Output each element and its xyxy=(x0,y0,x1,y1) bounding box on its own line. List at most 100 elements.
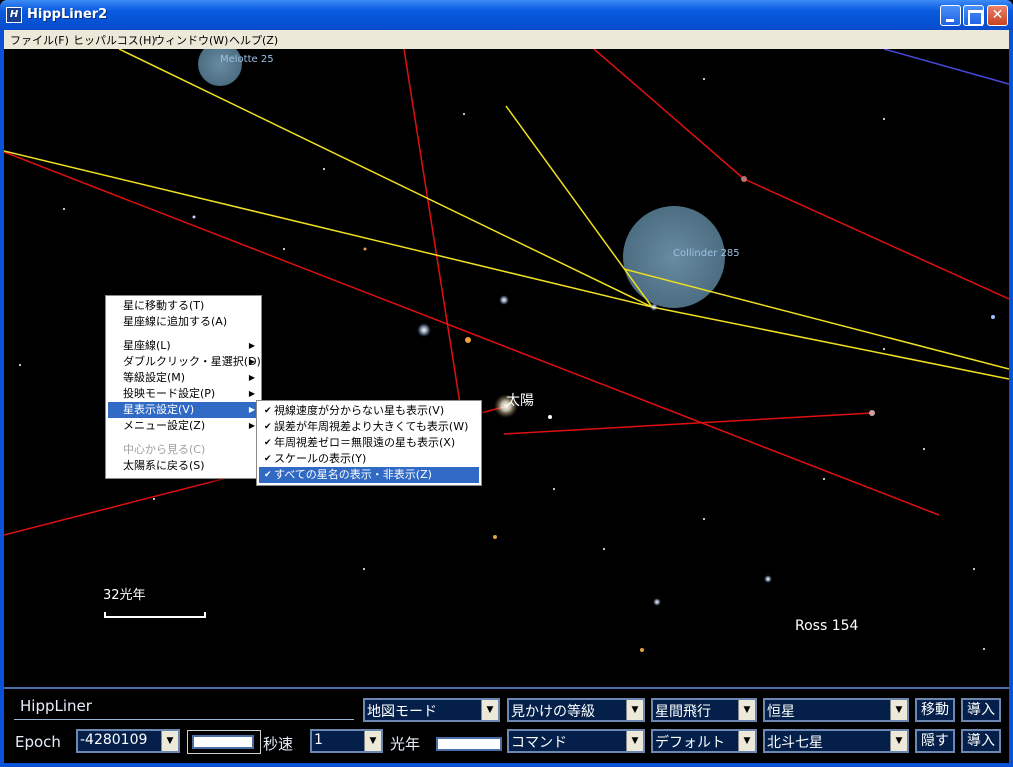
constellation-line xyxy=(883,49,1009,85)
submenu-item-large-error[interactable]: ✔ 誤差が年周視差より大きくても表示(W) xyxy=(259,419,479,435)
menu-help[interactable]: ヘルプ(Z) xyxy=(229,32,278,48)
epoch-select[interactable]: -4280109 ▼ xyxy=(76,729,180,753)
menu-file[interactable]: ファイル(F) xyxy=(10,32,69,48)
submenu-arrow-icon: ▶ xyxy=(248,405,255,414)
menu-item-magnitude[interactable]: 等級設定(M) ▶ xyxy=(108,370,259,386)
submenu-item-zero-parallax[interactable]: ✔ 年周視差ゼロ＝無限遠の星も表示(X) xyxy=(259,435,479,451)
menu-item-double-click[interactable]: ダブルクリック・星選択(D) ▶ xyxy=(108,354,261,370)
scale-bar xyxy=(104,612,206,618)
star[interactable] xyxy=(883,348,885,350)
star[interactable] xyxy=(703,518,705,520)
constellation-select[interactable]: 北斗七星 ▼ xyxy=(763,729,909,753)
star[interactable] xyxy=(640,648,644,652)
submenu-item-all-star-names[interactable]: ✔ すべての星名の表示・非表示(Z) xyxy=(259,467,479,483)
star[interactable] xyxy=(499,295,509,305)
window-title: HippLiner2 xyxy=(27,7,108,22)
star[interactable] xyxy=(983,648,985,650)
menu-hipparcos[interactable]: ヒッパルコス(H) xyxy=(73,32,156,48)
combo-value: 恒星 xyxy=(767,704,795,720)
epoch-slider-track[interactable] xyxy=(192,735,254,749)
menu-item-label: 中心から見る(C) xyxy=(123,443,206,456)
combo-value: デフォルト xyxy=(655,735,725,751)
minimize-button[interactable] xyxy=(940,5,961,26)
menu-item-label: 星座線に追加する(A) xyxy=(123,315,228,328)
star[interactable] xyxy=(363,247,367,251)
star[interactable] xyxy=(823,478,825,480)
star[interactable] xyxy=(883,118,885,120)
default-select[interactable]: デフォルト ▼ xyxy=(651,729,757,753)
menu-window[interactable]: ウィンドウ(W) xyxy=(154,32,228,48)
constellation-line xyxy=(403,49,465,430)
menu-item-goto-star[interactable]: 星に移動する(T) xyxy=(108,298,259,314)
menu-item-label: ダブルクリック・星選択(D) xyxy=(123,355,261,368)
menu-item-label: 誤差が年周視差より大きくても表示(W) xyxy=(274,420,469,433)
import-button[interactable]: 導入 xyxy=(961,698,1001,722)
menu-item-return-solar[interactable]: 太陽系に戻る(S) xyxy=(108,458,259,474)
chevron-down-icon[interactable]: ▼ xyxy=(890,731,907,751)
star[interactable] xyxy=(363,568,365,570)
star[interactable] xyxy=(973,568,975,570)
constellation-line xyxy=(593,49,745,180)
combo-value: 北斗七星 xyxy=(767,735,823,751)
menu-separator xyxy=(108,333,259,334)
lightyear-slider[interactable] xyxy=(436,737,502,751)
star[interactable] xyxy=(703,78,705,80)
chevron-down-icon[interactable]: ▼ xyxy=(738,731,755,751)
import-button-2[interactable]: 導入 xyxy=(961,729,1001,753)
submenu-item-show-scale[interactable]: ✔ スケールの表示(Y) xyxy=(259,451,479,467)
star[interactable] xyxy=(603,548,605,550)
star[interactable] xyxy=(283,248,285,250)
menu-item-label: 投映モード設定(P) xyxy=(123,387,216,400)
menu-item-menu-settings[interactable]: メニュー設定(Z) ▶ xyxy=(108,418,259,434)
constellation-line xyxy=(651,306,1009,380)
combo-value: 地図モード xyxy=(367,704,437,720)
star[interactable] xyxy=(923,448,925,450)
epoch-slider[interactable] xyxy=(187,730,261,754)
move-button[interactable]: 移動 xyxy=(915,698,955,722)
star[interactable] xyxy=(553,488,555,490)
star[interactable] xyxy=(465,337,471,343)
star[interactable] xyxy=(417,323,431,337)
control-panel: HippLiner Epoch -4280109 ▼ 秒速 1 ▼ 光年 地図モード… xyxy=(4,687,1009,763)
star[interactable] xyxy=(323,168,325,170)
star[interactable] xyxy=(548,415,552,419)
context-menu: 星に移動する(T) 星座線に追加する(A) 星座線(L) ▶ ダブルクリック・星選… xyxy=(105,295,262,479)
chevron-down-icon[interactable]: ▼ xyxy=(626,700,643,720)
star[interactable] xyxy=(19,364,21,366)
command-select[interactable]: コマンド ▼ xyxy=(507,729,645,753)
title-bar[interactable]: H HippLiner2 xyxy=(0,0,1013,30)
menu-item-constellation-lines[interactable]: 星座線(L) ▶ xyxy=(108,338,259,354)
chevron-down-icon[interactable]: ▼ xyxy=(364,731,381,751)
star-type-select[interactable]: 恒星 ▼ xyxy=(763,698,909,722)
star[interactable] xyxy=(463,113,465,115)
maximize-button[interactable] xyxy=(963,5,984,26)
star[interactable] xyxy=(493,535,497,539)
speed-select[interactable]: 1 ▼ xyxy=(310,729,383,753)
star[interactable] xyxy=(991,315,995,319)
star[interactable] xyxy=(63,208,65,210)
magnitude-select[interactable]: 見かけの等級 ▼ xyxy=(507,698,645,722)
star[interactable] xyxy=(869,410,875,416)
chevron-down-icon[interactable]: ▼ xyxy=(161,731,178,751)
star[interactable] xyxy=(741,176,747,182)
submenu-item-unknown-velocity[interactable]: ✔ 視線速度が分からない星も表示(V) xyxy=(259,403,479,419)
chevron-down-icon[interactable]: ▼ xyxy=(626,731,643,751)
menu-item-star-display[interactable]: 星表示設定(V) ▶ xyxy=(108,402,259,418)
chevron-down-icon[interactable]: ▼ xyxy=(890,700,907,720)
close-button[interactable] xyxy=(987,5,1008,26)
map-mode-select[interactable]: 地図モード ▼ xyxy=(363,698,500,722)
star[interactable] xyxy=(764,575,772,583)
epoch-value: -4280109 xyxy=(80,732,148,748)
menu-item-projection[interactable]: 投映モード設定(P) ▶ xyxy=(108,386,259,402)
constellation-line xyxy=(743,178,1009,300)
divider xyxy=(14,719,354,720)
chevron-down-icon[interactable]: ▼ xyxy=(481,700,498,720)
flight-select[interactable]: 星間飛行 ▼ xyxy=(651,698,757,722)
star[interactable] xyxy=(153,498,155,500)
star[interactable] xyxy=(650,303,658,311)
hide-button[interactable]: 隠す xyxy=(915,729,955,753)
star[interactable] xyxy=(653,598,661,606)
chevron-down-icon[interactable]: ▼ xyxy=(738,700,755,720)
menu-item-add-constellation[interactable]: 星座線に追加する(A) xyxy=(108,314,259,330)
star[interactable] xyxy=(192,215,196,219)
